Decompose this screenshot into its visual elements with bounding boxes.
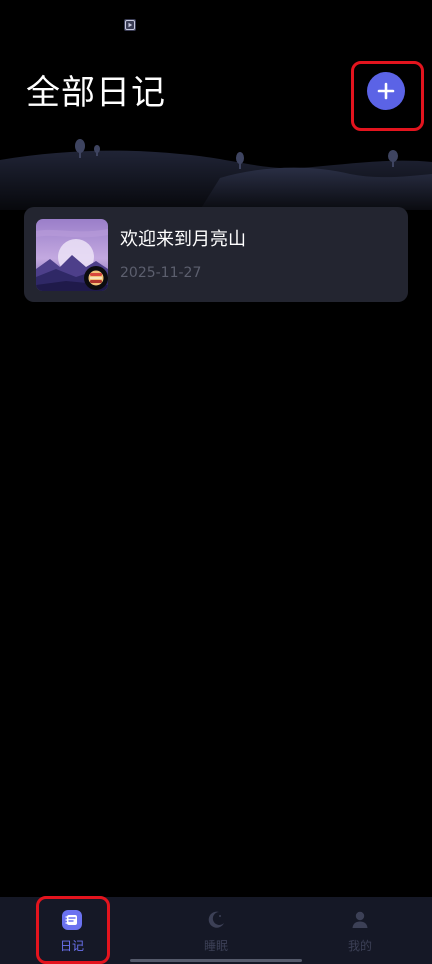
media-play-icon [124,19,136,31]
diary-tab-highlight [36,896,110,964]
moon-icon [205,909,227,931]
diary-entry-card[interactable]: 欢迎来到月亮山 2025-11-27 [24,207,408,302]
add-button-highlight [351,61,424,131]
hills-illustration [0,139,432,210]
tab-profile[interactable]: 我的 [288,897,432,964]
mood-badge-icon [84,266,108,290]
diary-entry-date: 2025-11-27 [120,265,202,281]
tab-sleep-label: 睡眠 [203,939,228,953]
page-title: 全部日记 [26,73,166,113]
tab-profile-label: 我的 [347,939,372,953]
home-indicator[interactable] [130,959,302,962]
person-icon [349,909,371,931]
diary-entry-title: 欢迎来到月亮山 [120,229,246,250]
tab-sleep[interactable]: 睡眠 [144,897,288,964]
